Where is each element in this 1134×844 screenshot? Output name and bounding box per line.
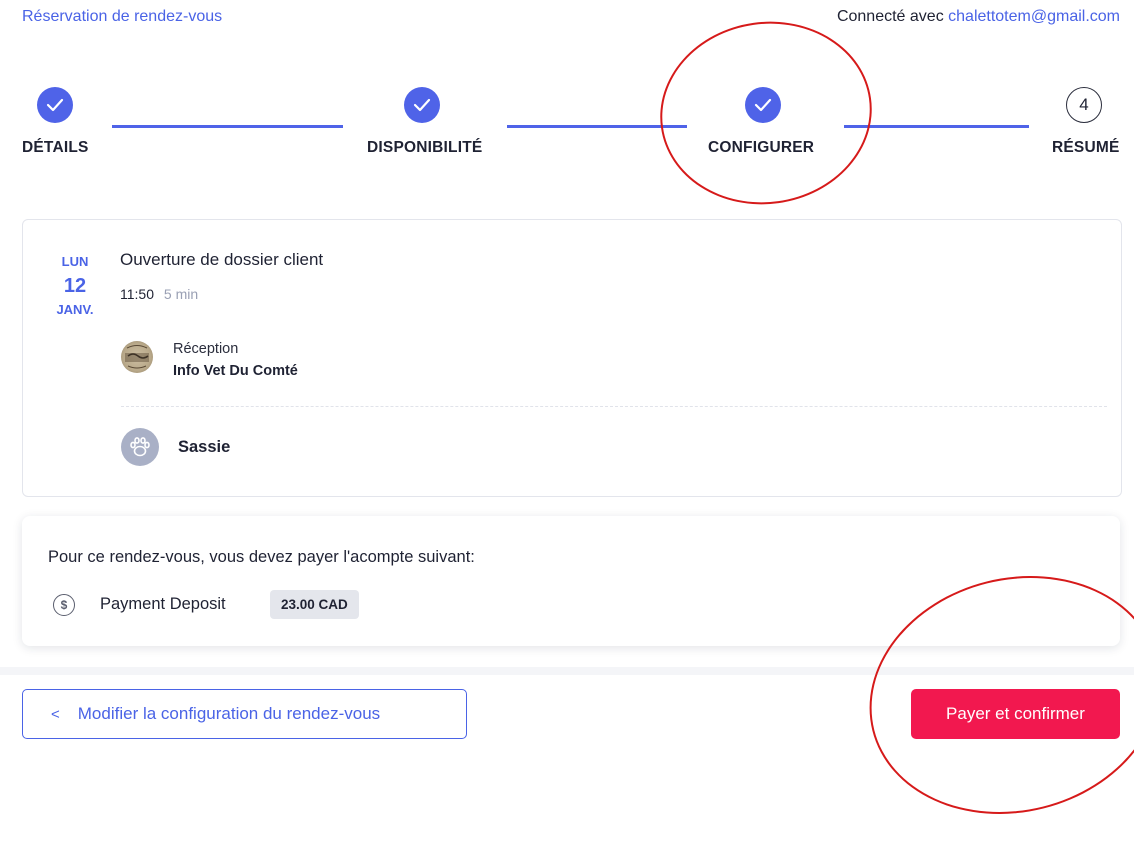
date-month: JANV. <box>56 302 94 317</box>
payment-message: Pour ce rendez-vous, vous devez payer l'… <box>48 548 475 566</box>
staff-role: Réception <box>173 341 239 357</box>
step-connector <box>112 125 343 128</box>
pet-name: Sassie <box>178 438 231 456</box>
footer-separator <box>0 667 1134 675</box>
payment-amount-badge: 23.00 CAD <box>270 590 359 619</box>
step-summary-number: 4 <box>1066 87 1102 123</box>
staff-avatar <box>121 341 153 373</box>
step-configure-check-icon <box>745 87 781 123</box>
appointment-date: LUN 12 JANV. <box>45 254 105 317</box>
step-configure-label: CONFIGURER <box>708 139 815 156</box>
staff-name: Info Vet Du Comté <box>173 363 298 379</box>
pay-and-confirm-button[interactable]: Payer et confirmer <box>911 689 1120 739</box>
step-details-label: DÉTAILS <box>22 139 89 156</box>
step-availability-label: DISPONIBILITÉ <box>367 139 483 156</box>
top-bar: Réservation de rendez-vous Connecté avec… <box>22 8 1120 32</box>
date-day-of-week: LUN <box>61 254 89 269</box>
card-divider <box>121 406 1107 407</box>
connected-as: Connecté avec chalettotem@gmail.com <box>837 8 1120 26</box>
step-details-check-icon <box>37 87 73 123</box>
step-summary-label: RÉSUMÉ <box>1052 139 1120 156</box>
connected-prefix: Connecté avec <box>836 8 944 25</box>
appointment-start-time: 11:50 <box>120 286 154 302</box>
appointment-duration: 5 min <box>163 286 199 302</box>
user-email-link[interactable]: chalettotem@gmail.com <box>948 8 1120 25</box>
step-connector <box>507 125 687 128</box>
step-connector <box>844 125 1029 128</box>
appointment-card: LUN 12 JANV. Ouverture de dossier client… <box>22 219 1122 497</box>
appointment-title: Ouverture de dossier client <box>120 250 324 269</box>
appointment-time: 11:50 5 min <box>120 286 198 302</box>
modify-configuration-button[interactable]: < Modifier la configuration du rendez-vo… <box>22 689 467 739</box>
payment-label: Payment Deposit <box>100 595 226 613</box>
dollar-icon: $ <box>53 594 75 616</box>
paw-icon <box>121 428 159 466</box>
modify-configuration-label: Modifier la configuration du rendez-vous <box>77 704 381 723</box>
step-availability-check-icon <box>404 87 440 123</box>
page-title: Réservation de rendez-vous <box>22 8 223 25</box>
date-day: 12 <box>63 275 87 297</box>
chevron-left-icon: < <box>51 705 60 723</box>
payment-card: Pour ce rendez-vous, vous devez payer l'… <box>22 516 1120 646</box>
